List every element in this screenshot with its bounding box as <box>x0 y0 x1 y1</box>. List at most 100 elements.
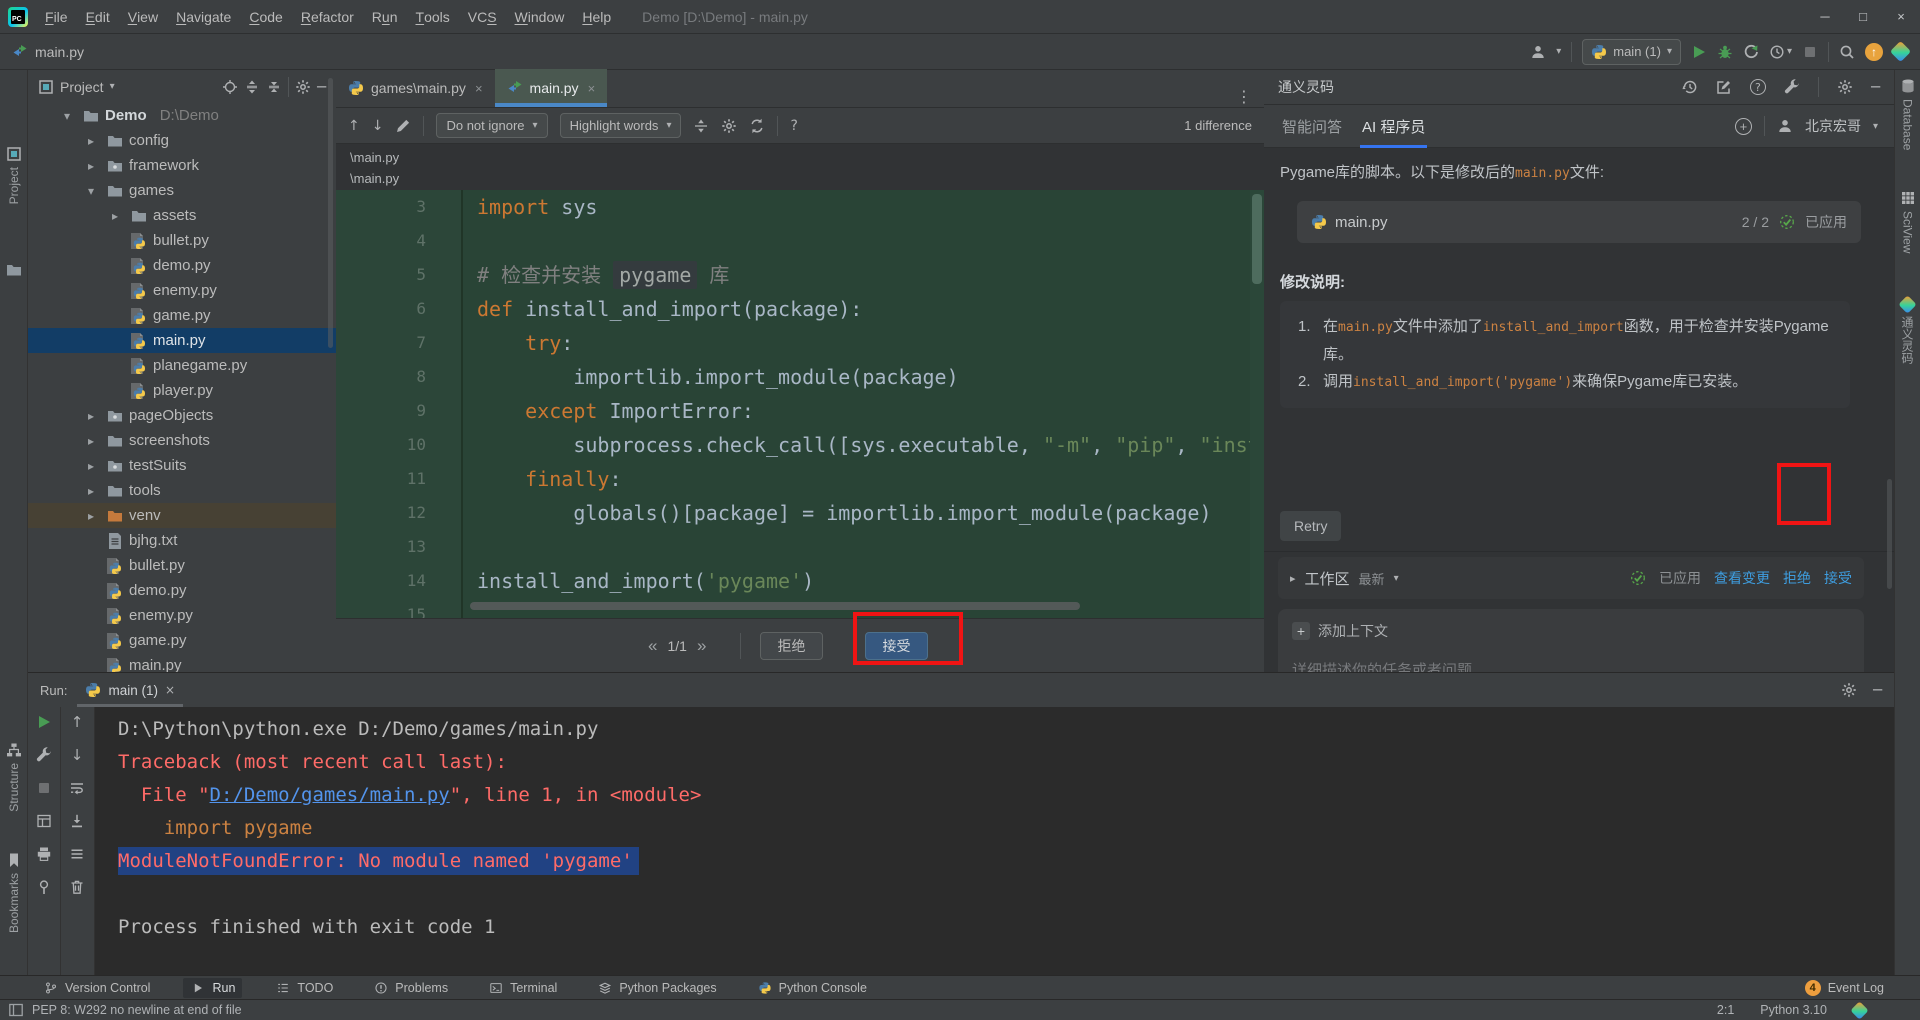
editor-tabs-more-icon[interactable]: ⋮ <box>1224 87 1264 107</box>
menu-item-view[interactable]: View <box>119 0 167 34</box>
expand-all-button[interactable] <box>244 79 260 95</box>
next-difference-icon[interactable]: ↓ <box>372 118 384 134</box>
run-config-selector[interactable]: main (1) ▾ <box>1582 39 1681 65</box>
chevron-right-icon[interactable]: ▸ <box>1290 572 1296 585</box>
tree-item-player.py[interactable]: player.py <box>28 378 336 403</box>
event-log-button[interactable]: 4Event Log <box>1805 980 1884 996</box>
minimize-button[interactable]: ─ <box>1806 0 1844 34</box>
chevron-right-icon[interactable]: ▸ <box>82 434 100 448</box>
close-tab-icon[interactable]: × <box>165 683 175 697</box>
menu-item-file[interactable]: File <box>36 0 77 34</box>
assistant-help-icon[interactable]: ? <box>1750 79 1766 95</box>
softwrap-icon[interactable] <box>69 779 85 797</box>
left-strip-item-structure[interactable]: Structure <box>0 742 27 812</box>
toolwindow-button-python-packages[interactable]: Python Packages <box>590 978 723 998</box>
assistant-tab-智能问答[interactable]: 智能问答 <box>1280 105 1344 148</box>
modified-file-card[interactable]: main.py 2 / 2 已应用 <box>1297 201 1861 243</box>
console-file-link[interactable]: D:/Demo/games/main.py <box>210 784 450 806</box>
chat-input-card[interactable]: + 添加上下文 详细描述你的任务或者问题 qwen-2.5 ▾ Ctrl+Ent… <box>1278 609 1864 672</box>
tree-item-tools[interactable]: ▸tools <box>28 478 336 503</box>
toolwindow-button-run[interactable]: Run <box>183 978 242 998</box>
tree-item-games[interactable]: ▾games <box>28 178 336 203</box>
chevron-down-icon[interactable]: ▾ <box>82 184 100 198</box>
layout-icon[interactable] <box>36 812 52 830</box>
accept-change-button[interactable]: 接受 <box>865 632 928 660</box>
new-chat-icon[interactable] <box>1716 79 1732 95</box>
rerun-play-icon[interactable] <box>36 713 52 731</box>
search-everywhere-icon[interactable] <box>1839 44 1855 60</box>
editor-scrollbar-thumb[interactable] <box>1252 194 1262 284</box>
right-strip-item-通义灵码[interactable]: 通义灵码 <box>1895 298 1920 364</box>
tree-item-game.py[interactable]: game.py <box>28 303 336 328</box>
profiler-button[interactable] <box>1769 44 1785 60</box>
diff-settings-gear-icon[interactable] <box>721 118 737 134</box>
right-strip-item-database[interactable]: Database <box>1895 78 1920 150</box>
python-interpreter[interactable]: Python 3.10 <box>1760 1003 1827 1017</box>
ignore-policy-select[interactable]: Do not ignore▾ <box>436 113 547 138</box>
accept-all-link[interactable]: 接受 <box>1824 568 1852 588</box>
reject-change-button[interactable]: 拒绝 <box>760 632 823 660</box>
tongyi-lingma-icon[interactable] <box>1890 41 1911 62</box>
tree-item-testSuits[interactable]: ▸testSuits <box>28 453 336 478</box>
assistant-settings-gear-ic[interactable] <box>1837 79 1853 95</box>
menu-item-code[interactable]: Code <box>240 0 291 34</box>
select-opened-file-button[interactable] <box>222 79 238 95</box>
toolwindow-button-todo[interactable]: TODO <box>268 978 340 998</box>
project-settings-gear-icon[interactable] <box>295 79 311 95</box>
close-button[interactable]: × <box>1882 0 1920 34</box>
chevron-right-icon[interactable]: ▸ <box>82 484 100 498</box>
tree-item-config[interactable]: ▸config <box>28 128 336 153</box>
menu-icon[interactable] <box>69 845 85 863</box>
menu-item-window[interactable]: Window <box>506 0 574 34</box>
editor-tab-gamesmain.py[interactable]: games\main.py× <box>336 69 495 107</box>
run-button[interactable] <box>1691 44 1707 60</box>
hide-panel-button[interactable]: ─ <box>317 78 326 96</box>
previous-change-button[interactable]: « <box>648 636 657 656</box>
caret-position[interactable]: 2:1 <box>1717 1003 1734 1017</box>
new-session-plus-icon[interactable]: + <box>1735 118 1752 135</box>
chevron-right-icon[interactable]: ▸ <box>106 209 124 223</box>
close-tab-icon[interactable]: × <box>588 81 596 96</box>
chevron-right-icon[interactable]: ▸ <box>82 409 100 423</box>
left-strip-item-bookmarks[interactable]: Bookmarks <box>0 852 27 933</box>
trash-icon[interactable] <box>69 878 85 896</box>
tree-item-bullet.py[interactable]: bullet.py <box>28 228 336 253</box>
menu-item-navigate[interactable]: Navigate <box>167 0 240 34</box>
previous-difference-icon[interactable]: ↑ <box>348 118 360 134</box>
collapse-all-button[interactable] <box>266 79 282 95</box>
menu-item-tools[interactable]: Tools <box>407 0 459 34</box>
assistant-tab-AI 程序员[interactable]: AI 程序员 <box>1360 105 1427 148</box>
assistant-tools-icon[interactable] <box>1784 79 1800 95</box>
tool-window-quick-access-icon[interactable] <box>8 1002 24 1018</box>
menu-item-edit[interactable]: Edit <box>77 0 119 34</box>
tree-item-framework[interactable]: ▸framework <box>28 153 336 178</box>
scroll-end-icon[interactable] <box>69 812 85 830</box>
tree-item-venv[interactable]: ▸venv <box>28 503 336 528</box>
coverage-button[interactable] <box>1743 44 1759 60</box>
tree-item-Demo[interactable]: ▾DemoD:\Demo <box>28 103 336 128</box>
chevron-down-icon[interactable]: ▾ <box>1787 46 1792 57</box>
stop-icon[interactable] <box>36 779 52 797</box>
tree-item-main.py[interactable]: main.py <box>28 653 336 672</box>
close-tab-icon[interactable]: × <box>475 81 483 96</box>
run-tab[interactable]: main (1) × <box>77 673 183 707</box>
menu-item-help[interactable]: Help <box>573 0 620 34</box>
tree-item-demo.py[interactable]: demo.py <box>28 578 336 603</box>
editor-tab-main.py[interactable]: main.py× <box>495 69 608 107</box>
pin-icon[interactable] <box>36 878 52 896</box>
edit-icon[interactable] <box>395 118 411 134</box>
update-notification-icon[interactable]: ↑ <box>1865 43 1883 61</box>
left-strip-item-project[interactable]: Project <box>0 146 27 204</box>
menu-item-vcs[interactable]: VCS <box>459 0 506 34</box>
workspace-row[interactable]: ▸ 工作区 最新 ▾ 已应用 查看变更 拒绝 接受 <box>1278 557 1864 599</box>
chevron-right-icon[interactable]: ▸ <box>82 509 100 523</box>
toolwindow-button-version-control[interactable]: Version Control <box>36 978 157 998</box>
vcs-user-icon[interactable] <box>1530 44 1546 60</box>
run-console[interactable]: D:\Python\python.exe D:/Demo/games/main.… <box>95 707 1894 976</box>
run-settings-gear-icon[interactable] <box>1841 682 1857 698</box>
next-change-button[interactable]: » <box>697 636 706 656</box>
up-arrow-icon[interactable]: ↑ <box>71 713 84 731</box>
tree-item-planegame.py[interactable]: planegame.py <box>28 353 336 378</box>
horizontal-scrollbar[interactable] <box>470 602 1080 610</box>
collapse-unchanged-icon[interactable] <box>693 118 709 134</box>
